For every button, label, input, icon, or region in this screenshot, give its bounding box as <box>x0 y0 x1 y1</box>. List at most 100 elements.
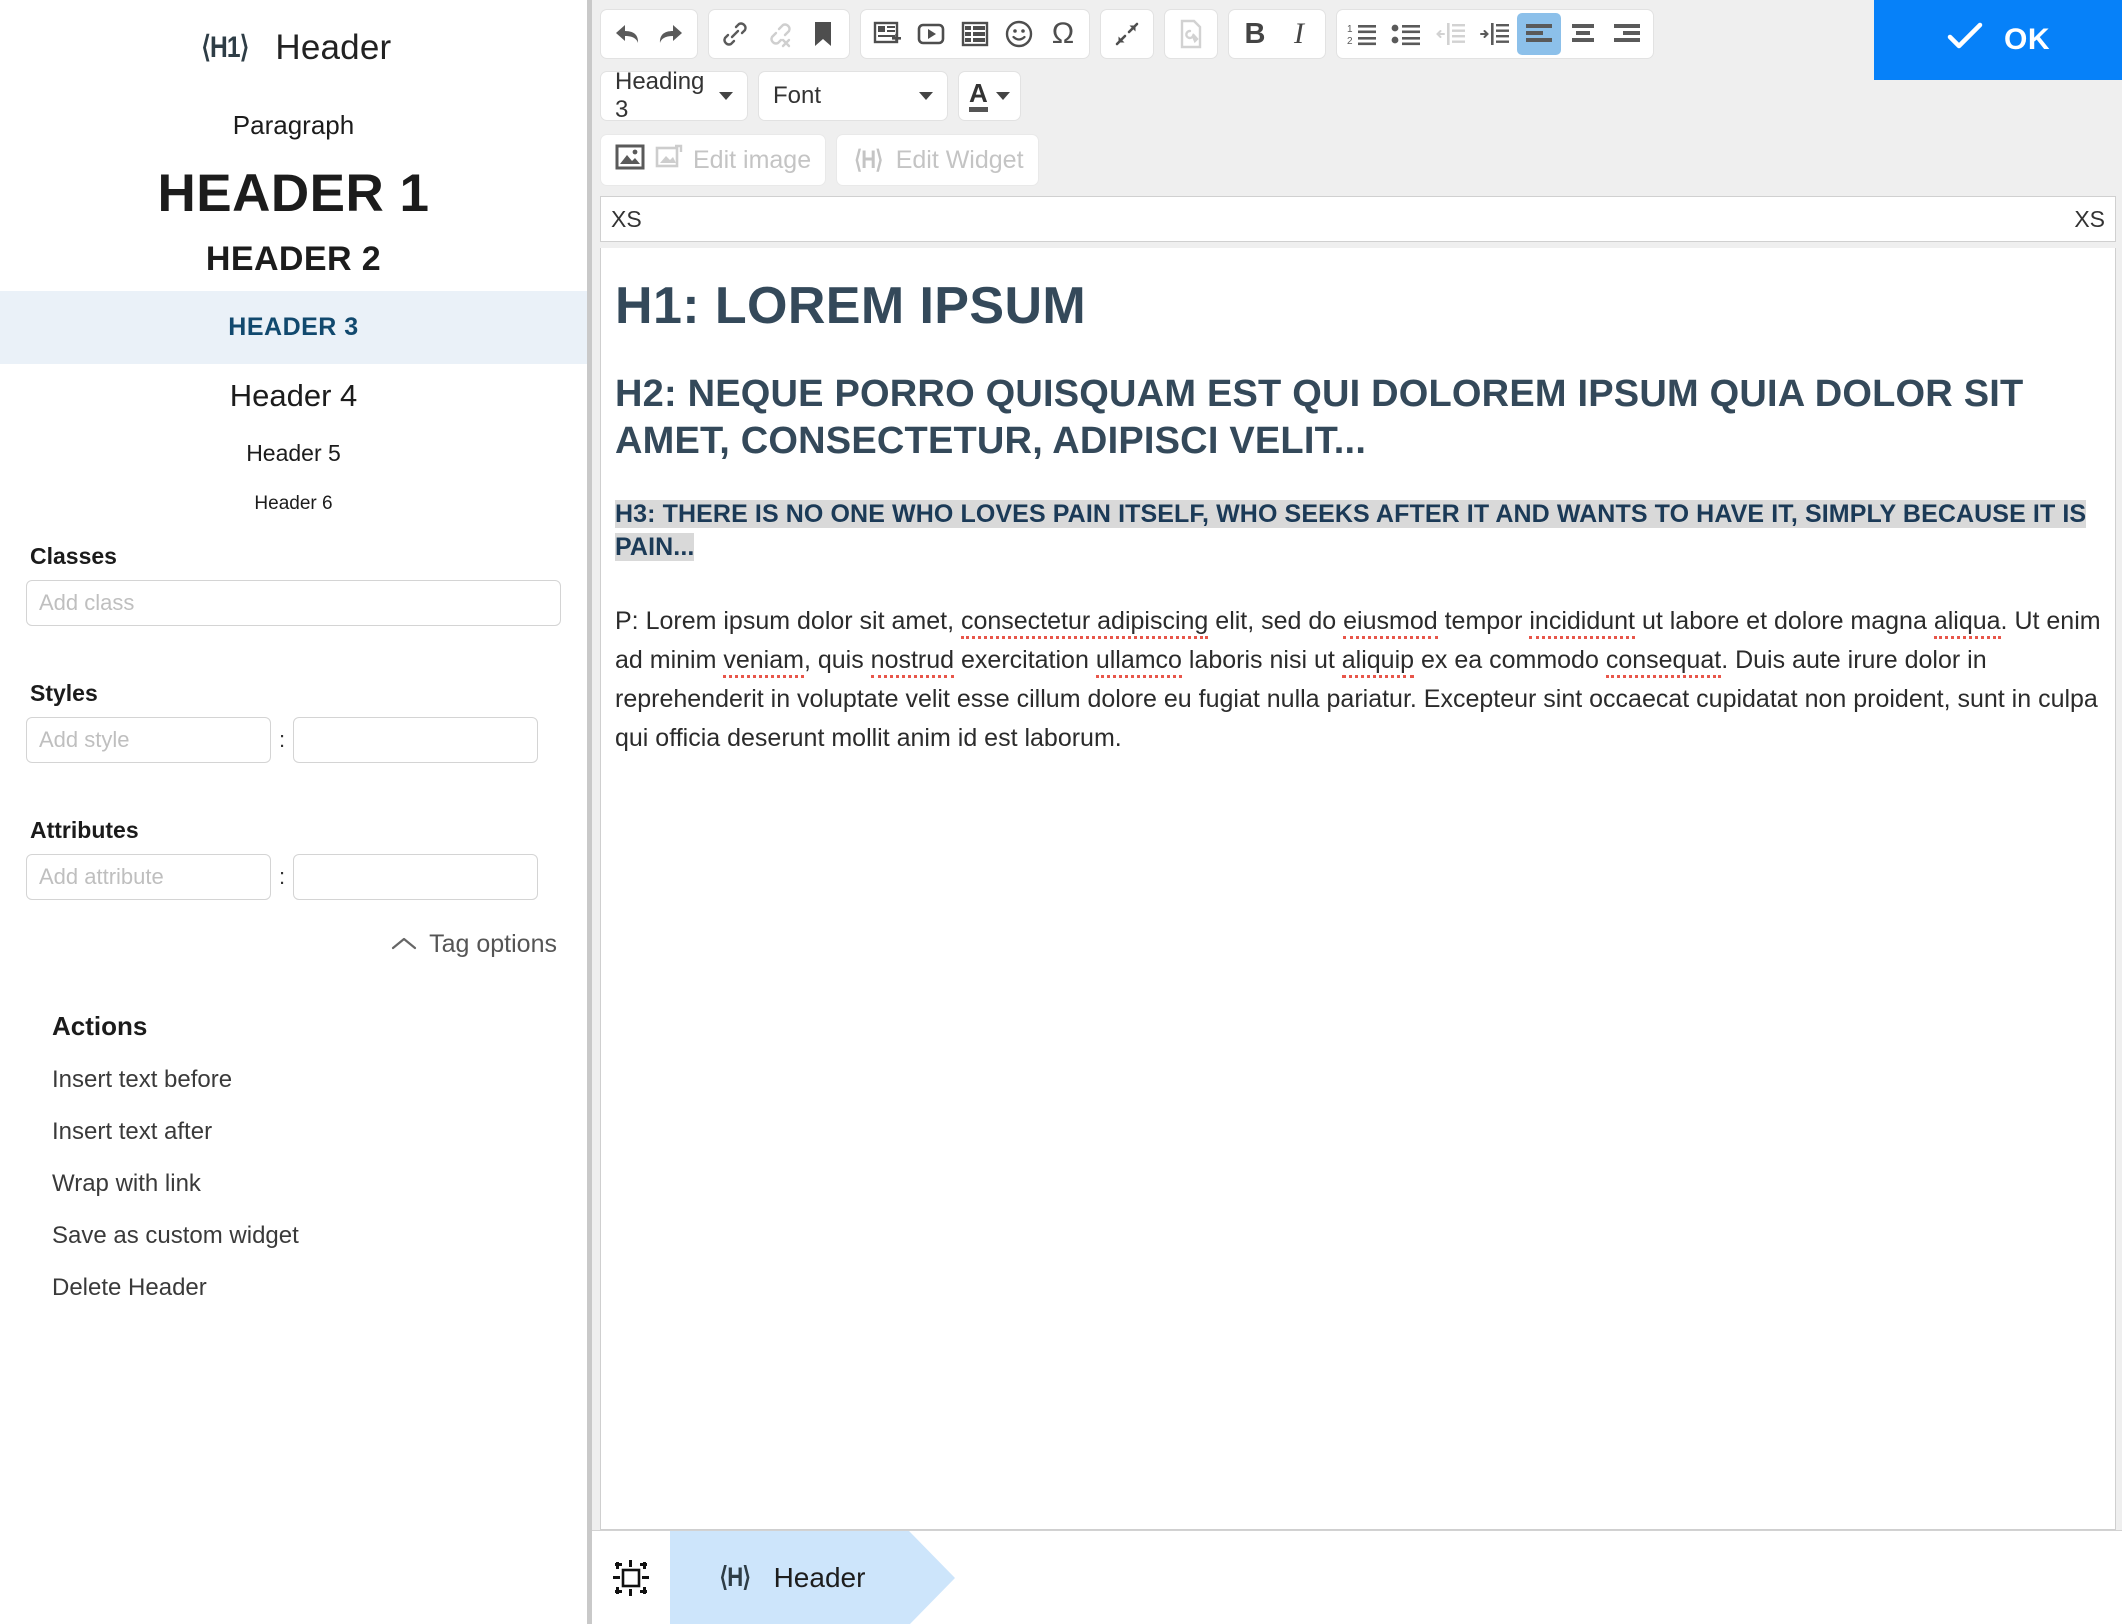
bulleted-list-icon[interactable] <box>1385 13 1429 55</box>
paragraph-format-value: Heading 3 <box>615 68 705 123</box>
bold-icon[interactable]: B <box>1233 13 1277 55</box>
wysiwyg-editor: Ω B I 12 Heading 3 Font A Edit image ⟨H⟩… <box>592 0 2122 1624</box>
action-save-as-custom-widget[interactable]: Save as custom widget <box>52 1222 587 1250</box>
numbered-list-icon[interactable]: 12 <box>1341 13 1385 55</box>
font-select[interactable]: Font <box>758 71 948 121</box>
toolbar-group-collapse <box>1100 9 1154 59</box>
h1-tag-icon: ⟨H1⟩ <box>200 31 249 64</box>
spellcheck-word: consectetur adipiscing <box>960 606 1209 639</box>
chevron-down-icon <box>719 92 733 100</box>
collapse-icon[interactable] <box>1105 13 1149 55</box>
breakpoint-bar[interactable]: XS XS <box>600 196 2116 242</box>
styles-label: Styles <box>30 680 98 706</box>
styles-separator: : <box>279 727 286 752</box>
breadcrumb-label: Header <box>773 1561 866 1593</box>
actions-section: Actions Insert text before Insert text a… <box>0 959 587 1302</box>
sidebar-header: ⟨H1⟩ Header <box>0 0 587 74</box>
attributes-label: Attributes <box>30 817 139 843</box>
ok-button[interactable]: OK <box>1874 0 2122 80</box>
styles-field-block: Styles : <box>0 680 587 763</box>
indent-icon[interactable] <box>1473 13 1517 55</box>
edit-image-button: Edit image <box>600 134 827 186</box>
attributes-separator: : <box>279 864 286 889</box>
heading-level-h5[interactable]: Header 5 <box>0 426 587 479</box>
heading-level-h4[interactable]: Header 4 <box>0 364 587 426</box>
toolbar-group-insert: Ω <box>860 9 1090 59</box>
heading-level-paragraph[interactable]: Paragraph <box>0 98 587 155</box>
status-bar: ⟨H⟩ Header <box>592 1530 2122 1624</box>
actions-title: Actions <box>52 1011 148 1041</box>
chevron-up-icon <box>391 934 417 956</box>
unlink-icon <box>757 13 801 55</box>
outdent-icon <box>1429 13 1473 55</box>
align-right-icon[interactable] <box>1605 13 1649 55</box>
document-paragraph[interactable]: P: Lorem ipsum dolor sit amet, consectet… <box>615 602 2101 758</box>
toolbar-group-paragraph: 12 <box>1336 9 1654 59</box>
add-style-name-input[interactable] <box>26 717 271 763</box>
heading-level-list: Paragraph HEADER 1 HEADER 2 HEADER 3 Hea… <box>0 98 587 529</box>
tag-options-toggle[interactable]: Tag options <box>0 900 587 959</box>
action-wrap-with-link[interactable]: Wrap with link <box>52 1170 587 1198</box>
breadcrumb-item-header[interactable]: ⟨H⟩ Header <box>670 1531 956 1624</box>
toolbar-group-formatting: B I <box>1228 9 1326 59</box>
check-icon <box>1946 21 1984 60</box>
action-insert-text-before[interactable]: Insert text before <box>52 1066 587 1094</box>
action-insert-text-after[interactable]: Insert text after <box>52 1118 587 1146</box>
document-h1[interactable]: H1: LOREM IPSUM <box>615 277 2101 335</box>
select-element-icon[interactable] <box>592 1531 670 1624</box>
edit-image-label: Edit image <box>693 145 812 174</box>
spellcheck-word: veniam <box>723 645 804 678</box>
align-center-icon[interactable] <box>1561 13 1605 55</box>
heading-level-h2[interactable]: HEADER 2 <box>0 230 587 291</box>
heading-level-h1[interactable]: HEADER 1 <box>0 155 587 230</box>
toolbar-group-source <box>1164 9 1218 59</box>
element-properties-sidebar: ⟨H1⟩ Header Paragraph HEADER 1 HEADER 2 … <box>0 0 592 1624</box>
edit-widget-button: ⟨H⟩ Edit Widget <box>836 134 1039 186</box>
spellcheck-word: aliquip <box>1341 645 1415 678</box>
undo-icon[interactable] <box>605 13 649 55</box>
ok-button-label: OK <box>2004 23 2050 56</box>
svg-text:1: 1 <box>1347 24 1353 35</box>
toolbar-group-history <box>600 9 698 59</box>
add-attribute-value-input[interactable] <box>293 854 539 900</box>
spellcheck-word: eiusmod <box>1343 606 1438 639</box>
insert-template-icon[interactable] <box>865 13 909 55</box>
chevron-down-icon <box>919 92 933 100</box>
link-icon[interactable] <box>713 13 757 55</box>
insert-table-icon[interactable] <box>953 13 997 55</box>
tag-options-label: Tag options <box>429 930 557 958</box>
font-select-value: Font <box>773 82 822 109</box>
classes-label: Classes <box>30 543 117 569</box>
breakpoint-left-label: XS <box>611 205 642 232</box>
heading-level-h6[interactable]: Header 6 <box>0 479 587 529</box>
h-tag-icon: ⟨H⟩ <box>719 1562 751 1592</box>
align-left-icon[interactable] <box>1517 13 1561 55</box>
insert-video-icon[interactable] <box>909 13 953 55</box>
text-color-icon: A <box>969 80 988 112</box>
edit-widget-label: Edit Widget <box>895 145 1024 174</box>
add-attribute-name-input[interactable] <box>26 854 271 900</box>
image-icon <box>615 144 645 177</box>
spellcheck-word: ullamco <box>1095 645 1182 678</box>
editor-canvas[interactable]: H1: LOREM IPSUM H2: NEQUE PORRO QUISQUAM… <box>600 248 2116 1530</box>
italic-icon[interactable]: I <box>1277 13 1321 55</box>
spellcheck-word: consequat <box>1605 645 1722 678</box>
redo-icon[interactable] <box>649 13 693 55</box>
breakpoint-right-label: XS <box>2074 205 2105 232</box>
edit-image-icon <box>655 144 683 177</box>
anchor-icon[interactable] <box>801 13 845 55</box>
text-color-button[interactable]: A <box>958 71 1021 121</box>
classes-field-block: Classes <box>0 543 587 626</box>
attributes-field-block: Attributes : <box>0 817 587 900</box>
paragraph-format-select[interactable]: Heading 3 <box>600 68 748 123</box>
page-title: Header <box>275 28 392 67</box>
special-character-icon[interactable]: Ω <box>1041 13 1085 55</box>
emoji-icon[interactable] <box>997 13 1041 55</box>
add-class-input[interactable] <box>26 580 561 626</box>
action-delete-header[interactable]: Delete Header <box>52 1274 587 1302</box>
document-h3[interactable]: H3: THERE IS NO ONE WHO LOVES PAIN ITSEL… <box>615 498 2101 564</box>
heading-level-h3[interactable]: HEADER 3 <box>0 291 587 364</box>
document-h2[interactable]: H2: NEQUE PORRO QUISQUAM EST QUI DOLOREM… <box>615 371 2101 464</box>
add-style-value-input[interactable] <box>293 717 539 763</box>
spellcheck-word: incididunt <box>1529 606 1635 639</box>
